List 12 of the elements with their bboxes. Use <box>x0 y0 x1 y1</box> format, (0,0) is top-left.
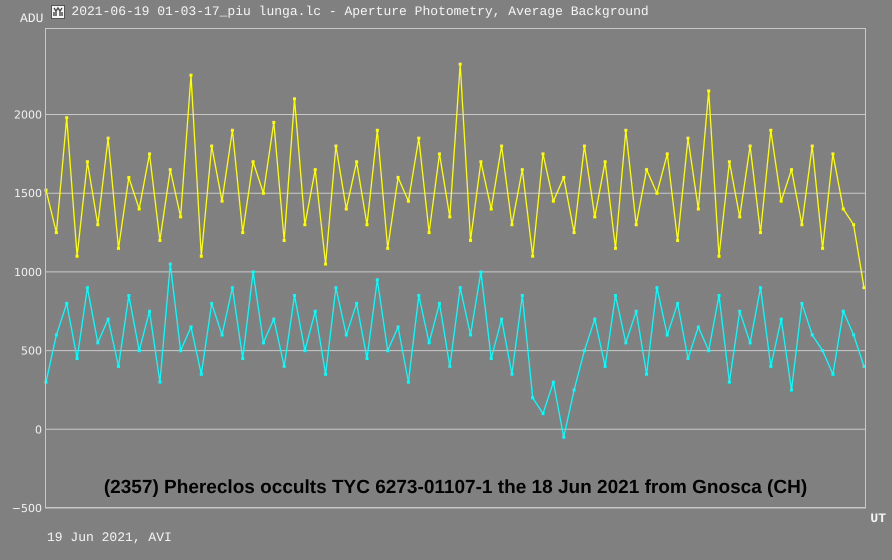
axis-label: ADU <box>20 11 44 26</box>
axis-label: UT <box>870 510 886 526</box>
tick-label: 1000 <box>14 266 42 279</box>
tick-label: 0 <box>35 423 42 436</box>
window-title: 2021-06-19 01-03-17_piu lunga.lc - Aperture Photometry, Average Background <box>71 4 649 19</box>
tick-label: 1500 <box>14 187 42 200</box>
app-icon <box>51 4 66 18</box>
tick-label: −500 <box>12 502 42 515</box>
tick-label: 500 <box>21 344 42 358</box>
tick-label: 2000 <box>14 108 42 122</box>
chart-annotation: (2357) Phereclos occults TYC 6273-01107-1 the 18 Jun 2021 from Gnosca (CH) <box>104 477 808 499</box>
footer-text: 19 Jun 2021, AVI <box>47 530 172 545</box>
